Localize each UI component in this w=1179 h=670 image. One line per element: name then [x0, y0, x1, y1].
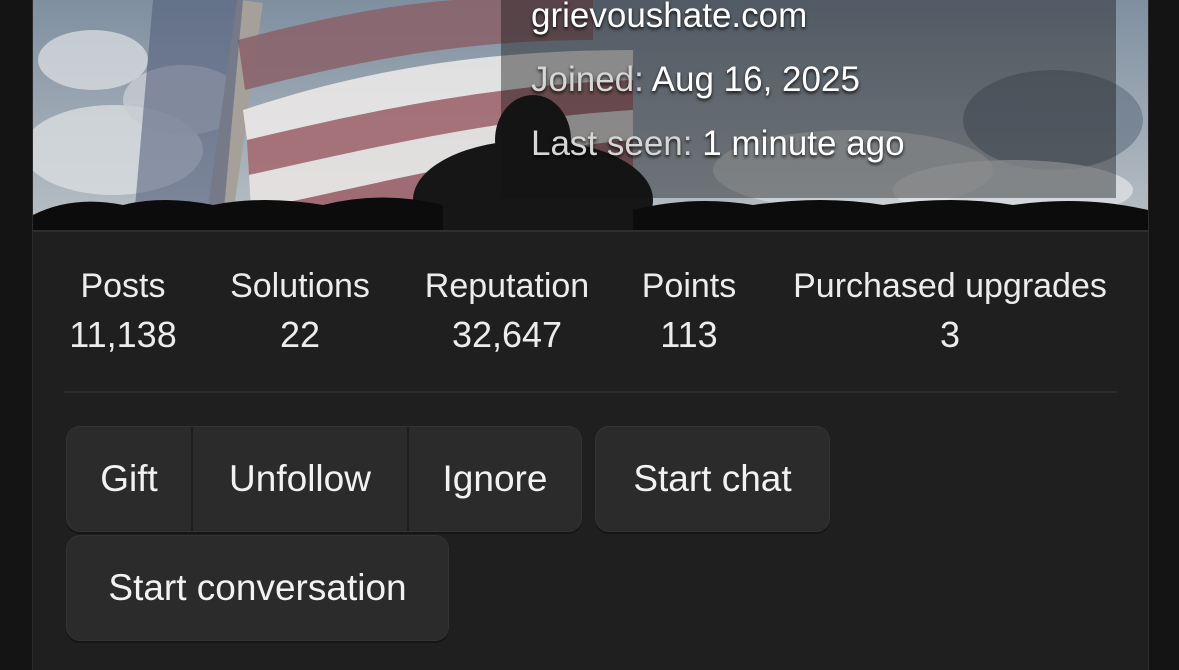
stat-reputation[interactable]: Reputation 32,647 [407, 264, 607, 360]
last-seen-value: 1 minute ago [702, 124, 905, 163]
start-chat-button[interactable]: Start chat [596, 427, 829, 531]
stat-posts[interactable]: Posts 11,138 [33, 264, 213, 360]
stats-divider [64, 391, 1117, 393]
last-seen-label: Last seen: [531, 124, 693, 163]
profile-card: grievoushate.com Joined: Aug 16, 2025 La… [32, 0, 1149, 670]
stat-value: 22 [279, 314, 321, 355]
stat-label: Points [641, 267, 737, 305]
website-link[interactable]: grievoushate.com [531, 0, 807, 36]
action-button-group: Gift Unfollow Ignore [66, 426, 582, 532]
stat-value: 3 [939, 314, 961, 355]
website-text[interactable]: grievoushate.com [531, 0, 807, 35]
joined-value: Aug 16, 2025 [651, 60, 860, 99]
profile-info-overlay: grievoushate.com Joined: Aug 16, 2025 La… [501, 0, 1116, 198]
stat-solutions[interactable]: Solutions 22 [210, 264, 390, 360]
stat-value: 32,647 [451, 314, 563, 355]
profile-stats: Posts 11,138 Solutions 22 Reputation 32,… [33, 264, 1148, 364]
ignore-button[interactable]: Ignore [407, 427, 581, 531]
start-conversation-button[interactable]: Start conversation [67, 536, 448, 640]
start-chat-group: Start chat [595, 426, 830, 532]
gift-button[interactable]: Gift [67, 427, 191, 531]
stat-label: Solutions [230, 267, 370, 305]
joined-row: Joined: Aug 16, 2025 [531, 60, 860, 100]
profile-banner: grievoushate.com Joined: Aug 16, 2025 La… [33, 0, 1148, 232]
stat-label: Reputation [424, 267, 590, 305]
stat-label: Posts [80, 267, 166, 305]
start-conversation-group: Start conversation [66, 535, 449, 641]
stat-label: Purchased upgrades [793, 267, 1107, 305]
stat-purchased-upgrades[interactable]: Purchased upgrades 3 [775, 264, 1125, 360]
stat-value: 11,138 [69, 314, 177, 355]
stat-value: 113 [660, 314, 718, 355]
stat-points[interactable]: Points 113 [629, 264, 749, 360]
profile-page: grievoushate.com Joined: Aug 16, 2025 La… [0, 0, 1179, 670]
joined-label: Joined: [531, 60, 644, 99]
last-seen-row: Last seen: 1 minute ago [531, 124, 905, 164]
unfollow-button[interactable]: Unfollow [191, 427, 407, 531]
